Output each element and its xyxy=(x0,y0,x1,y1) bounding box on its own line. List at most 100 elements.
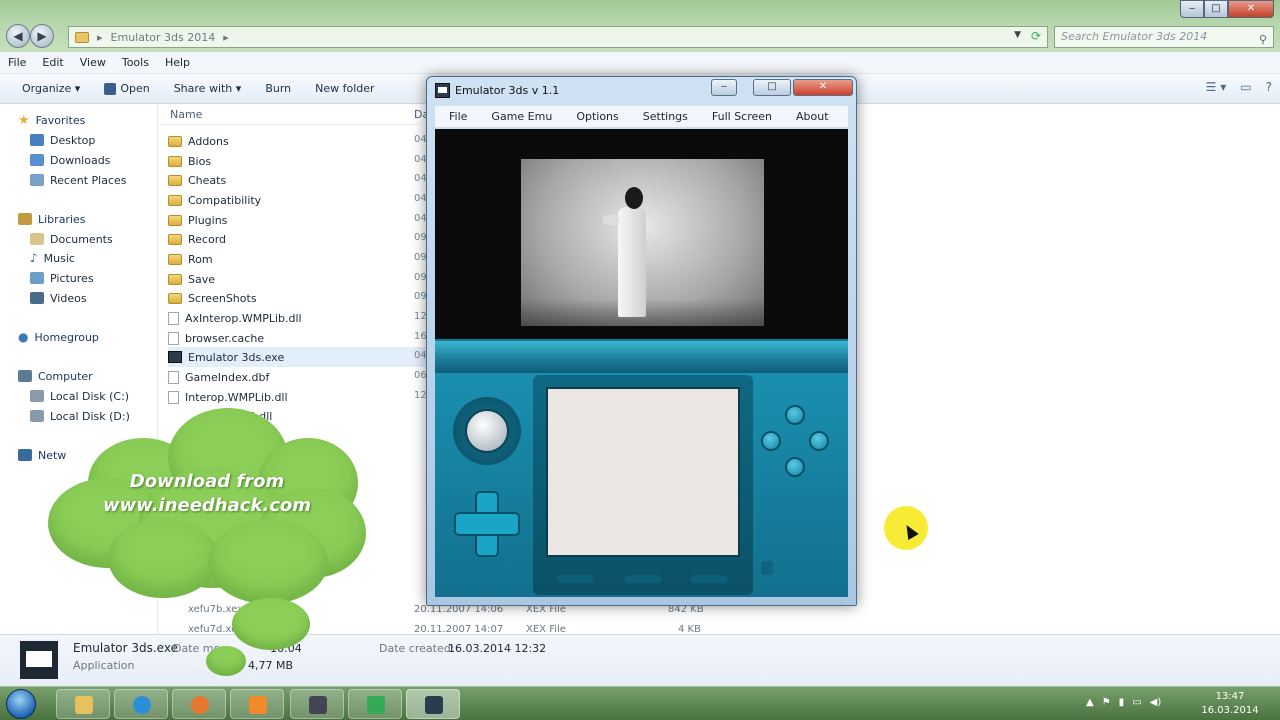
file-row[interactable]: Rom xyxy=(168,249,428,269)
file-row[interactable]: AxInterop.WMPLib.dll xyxy=(168,308,428,328)
minimize-button[interactable]: ‒ xyxy=(1180,0,1204,18)
nav-local-disk-c[interactable]: Local Disk (C:) xyxy=(30,386,129,406)
nav-documents[interactable]: Documents xyxy=(30,229,113,249)
emu-menu-settings[interactable]: Settings xyxy=(629,110,698,123)
emu-menu-game-emu[interactable]: Game Emu xyxy=(477,110,562,123)
nav-libraries-label: Libraries xyxy=(38,212,86,226)
breadcrumb-separator[interactable]: ▸ xyxy=(223,31,229,44)
breadcrumb-segment[interactable]: Emulator 3ds 2014 xyxy=(111,31,216,44)
nav-homegroup[interactable]: ● Homegroup xyxy=(18,327,99,347)
new-folder-button[interactable]: New folder xyxy=(303,82,386,95)
emu-menu-about[interactable]: About xyxy=(782,110,839,123)
view-options-icon[interactable]: ☰ ▾ xyxy=(1206,80,1227,94)
b-button[interactable] xyxy=(785,457,805,477)
nav-downloads[interactable]: Downloads xyxy=(30,150,110,170)
flag-icon[interactable]: ⚑ xyxy=(1102,697,1111,708)
column-header-name[interactable]: Name xyxy=(170,108,202,121)
file-row-selected[interactable]: Emulator 3ds.exe xyxy=(168,347,428,367)
nav-recent-places[interactable]: Recent Places xyxy=(30,170,127,190)
file-row[interactable]: Interop.WMPLib.dll xyxy=(168,387,428,407)
taskbar-app-1[interactable] xyxy=(290,689,344,719)
emulator-close-button[interactable]: ✕ xyxy=(793,79,853,96)
nav-music[interactable]: ♪ Music xyxy=(30,248,75,268)
explorer-titlebar[interactable]: ‒ □ ✕ ◀ ▶ ▸ Emulator 3ds 2014 ▸ ▼ ⟳ Sear… xyxy=(0,0,1280,52)
file-name: Addons xyxy=(188,134,229,148)
nav-libraries[interactable]: Libraries xyxy=(18,209,86,229)
device-hinge xyxy=(435,341,848,373)
back-button[interactable]: ◀ xyxy=(6,24,30,48)
taskbar-firefox[interactable] xyxy=(172,689,226,719)
power-button[interactable] xyxy=(761,561,773,575)
a-button[interactable] xyxy=(809,431,829,451)
address-bar[interactable]: ▸ Emulator 3ds 2014 ▸ ▼ ⟳ xyxy=(68,26,1048,48)
details-pane: Emulator 3ds.exe Application Date mo 16:… xyxy=(0,634,1280,686)
network-icon[interactable]: ▮ xyxy=(1119,697,1125,708)
taskbar-internet-explorer[interactable] xyxy=(114,689,168,719)
start-button[interactable] xyxy=(6,689,36,719)
file-row[interactable]: Bios xyxy=(168,151,428,171)
dpad-horizontal[interactable] xyxy=(456,514,518,534)
maximize-button[interactable]: □ xyxy=(1204,0,1228,18)
burn-button[interactable]: Burn xyxy=(253,82,303,95)
search-input[interactable]: Search Emulator 3ds 2014 ⚲ xyxy=(1054,26,1274,48)
menu-help[interactable]: Help xyxy=(157,56,198,69)
emulator-window[interactable]: Emulator 3ds v 1.1 ‒ □ ✕ File Game Emu O… xyxy=(426,76,857,606)
emulator-display[interactable] xyxy=(435,129,848,597)
file-row[interactable]: GameIndex.dbf xyxy=(168,367,428,387)
taskbar-media-player[interactable] xyxy=(230,689,284,719)
file-row[interactable]: Compatibility xyxy=(168,190,428,210)
select-button[interactable] xyxy=(557,575,593,583)
taskbar-emulator[interactable] xyxy=(406,689,460,719)
preview-pane-icon[interactable]: ▭ xyxy=(1240,80,1251,94)
x-button[interactable] xyxy=(785,405,805,425)
folder-icon xyxy=(168,233,182,245)
file-row[interactable]: ScreenShots xyxy=(168,288,428,308)
menu-edit[interactable]: Edit xyxy=(34,56,71,69)
emu-menu-file[interactable]: File xyxy=(435,110,477,123)
file-row[interactable]: Save xyxy=(168,269,428,289)
menu-tools[interactable]: Tools xyxy=(114,56,157,69)
folder-icon xyxy=(75,696,93,714)
start-button[interactable] xyxy=(691,575,727,583)
file-row[interactable]: Record xyxy=(168,229,428,249)
nav-favorites[interactable]: ★ Favorites xyxy=(18,110,85,130)
volume-icon[interactable]: ◀) xyxy=(1150,697,1162,708)
nav-computer[interactable]: Computer xyxy=(18,366,93,386)
file-row[interactable]: browser.cache xyxy=(168,328,428,348)
y-button[interactable] xyxy=(761,431,781,451)
emu-menu-full-screen[interactable]: Full Screen xyxy=(698,110,782,123)
emulator-maximize-button[interactable]: □ xyxy=(753,79,791,96)
taskbar-clock[interactable]: 13:47 16.03.2014 xyxy=(1198,690,1262,718)
organize-button[interactable]: Organize ▾ xyxy=(10,82,92,95)
folder-icon xyxy=(168,135,182,147)
music-icon: ♪ xyxy=(30,251,38,265)
file-row[interactable]: Addons xyxy=(168,131,428,151)
battery-icon[interactable]: ▭ xyxy=(1132,697,1141,708)
disk-icon xyxy=(30,390,44,402)
tray-expand-icon[interactable]: ▲ xyxy=(1086,697,1094,708)
refresh-icon[interactable]: ⟳ xyxy=(1031,29,1041,43)
share-with-button[interactable]: Share with ▾ xyxy=(162,82,254,95)
emulator-minimize-button[interactable]: ‒ xyxy=(711,79,737,96)
home-button[interactable] xyxy=(625,575,661,583)
arrow-left-icon: ◀ xyxy=(13,29,23,43)
nav-videos[interactable]: Videos xyxy=(30,288,87,308)
nav-pictures[interactable]: Pictures xyxy=(30,268,94,288)
file-row[interactable]: Cheats xyxy=(168,170,428,190)
file-name: Save xyxy=(188,272,216,286)
forward-button[interactable]: ▶ xyxy=(30,24,54,48)
chevron-down-icon[interactable]: ▼ xyxy=(1014,30,1021,40)
taskbar-explorer[interactable] xyxy=(56,689,110,719)
menu-file[interactable]: File xyxy=(0,56,34,69)
open-button[interactable]: Open xyxy=(92,82,161,95)
touch-screen[interactable] xyxy=(546,387,740,557)
circle-pad[interactable] xyxy=(465,409,509,453)
menu-view[interactable]: View xyxy=(72,56,114,69)
nav-desktop[interactable]: Desktop xyxy=(30,130,95,150)
search-icon[interactable]: ⚲ xyxy=(1259,30,1267,50)
emu-menu-options[interactable]: Options xyxy=(562,110,628,123)
taskbar-app-2[interactable] xyxy=(348,689,402,719)
help-icon[interactable]: ? xyxy=(1266,80,1272,94)
file-row[interactable]: Plugins xyxy=(168,210,428,230)
close-button[interactable]: ✕ xyxy=(1228,0,1274,18)
